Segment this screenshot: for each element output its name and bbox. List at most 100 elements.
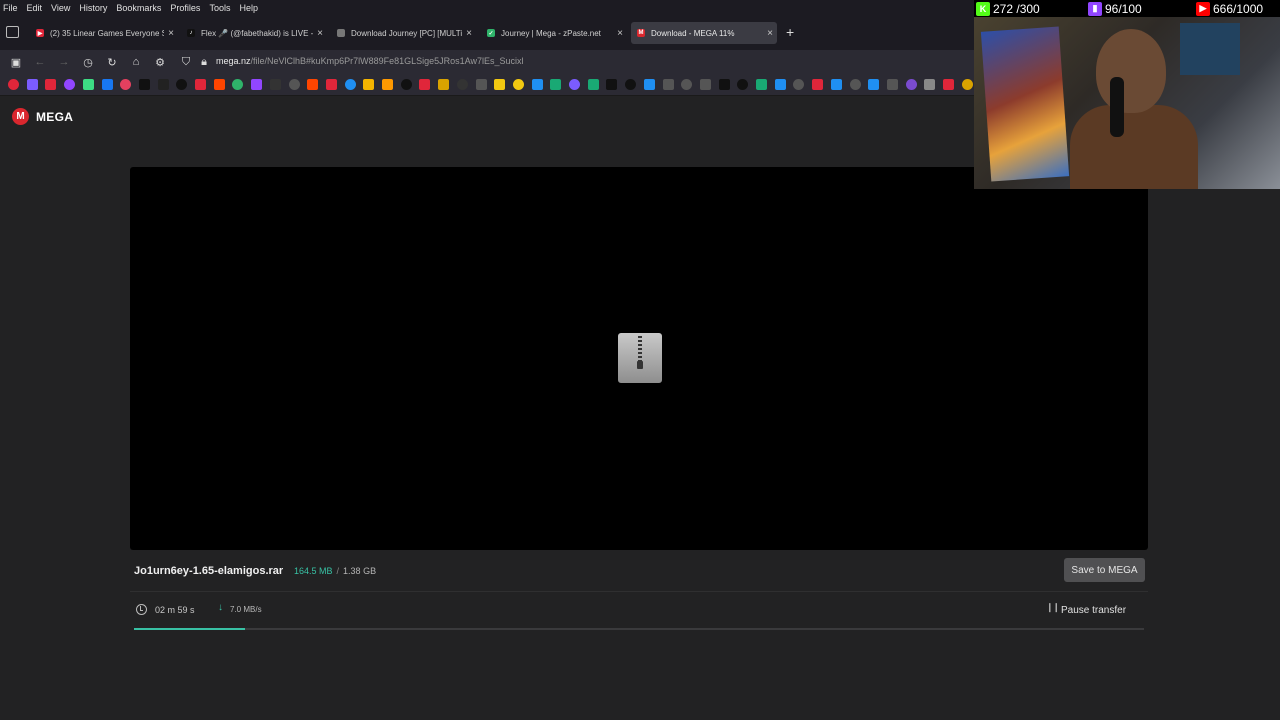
pause-transfer-button[interactable]: Pause transfer bbox=[1061, 605, 1126, 616]
bookmark-icon[interactable] bbox=[213, 79, 225, 90]
bookmark-icon[interactable] bbox=[924, 79, 936, 90]
tab-tiktok[interactable]: ♪ Flex 🎤 (@fabethakid) is LIVE - × bbox=[181, 22, 327, 44]
bookmark-icon[interactable] bbox=[138, 79, 150, 90]
bookmark-icon[interactable] bbox=[905, 79, 917, 90]
bookmark-icon[interactable] bbox=[756, 79, 767, 90]
shield-icon[interactable]: ⛉ bbox=[179, 55, 193, 69]
progress-fill bbox=[134, 628, 246, 630]
menu-tools[interactable]: Tools bbox=[209, 3, 230, 13]
bookmark-icon[interactable] bbox=[288, 79, 300, 90]
bookmark-icon[interactable] bbox=[157, 79, 169, 90]
bookmark-icon[interactable] bbox=[943, 79, 954, 90]
tab-list-icon[interactable] bbox=[6, 26, 19, 38]
progress-bar bbox=[134, 628, 1144, 630]
bookmark-icon[interactable] bbox=[961, 79, 973, 90]
menu-profiles[interactable]: Profiles bbox=[170, 3, 200, 13]
bookmark-icon[interactable] bbox=[569, 79, 580, 90]
bookmark-icon[interactable] bbox=[718, 79, 730, 90]
wall-poster bbox=[980, 26, 1070, 182]
tab-title: Journey | Mega - zPaste.net bbox=[501, 28, 601, 38]
bookmark-icon[interactable] bbox=[195, 79, 206, 90]
file-preview bbox=[130, 167, 1148, 550]
bookmark-icon[interactable] bbox=[344, 79, 356, 90]
new-tab-plus-icon[interactable]: + bbox=[786, 24, 794, 40]
tab-download-journey[interactable]: Download Journey [PC] [MULTi × bbox=[331, 22, 476, 44]
bookmark-icon[interactable] bbox=[625, 79, 637, 90]
bookmark-icon[interactable] bbox=[26, 79, 38, 90]
transfer-speed: 7.0 MB/s bbox=[230, 605, 262, 614]
bookmark-icon[interactable] bbox=[531, 79, 543, 90]
menu-view[interactable]: View bbox=[51, 3, 70, 13]
bookmark-icon[interactable] bbox=[512, 79, 524, 90]
bookmark-icon[interactable] bbox=[587, 79, 599, 90]
bookmark-icon[interactable] bbox=[307, 79, 319, 90]
mega-logo[interactable]: M MEGA bbox=[12, 108, 73, 125]
bookmark-icon[interactable] bbox=[438, 79, 450, 90]
menu-help[interactable]: Help bbox=[239, 3, 258, 13]
bookmark-icon[interactable] bbox=[232, 79, 244, 90]
microphone bbox=[1110, 77, 1124, 137]
bookmark-icon[interactable] bbox=[82, 79, 94, 90]
bookmark-icon[interactable] bbox=[176, 79, 188, 90]
bookmark-icon[interactable] bbox=[886, 79, 898, 90]
bookmark-icon[interactable] bbox=[774, 79, 786, 90]
sidebar-toggle-icon[interactable]: ▣ bbox=[9, 55, 23, 69]
reload-icon[interactable]: ↻ bbox=[105, 55, 119, 69]
bookmark-icon[interactable] bbox=[494, 79, 506, 90]
bookmark-icon[interactable] bbox=[550, 79, 562, 90]
bookmark-icon[interactable] bbox=[737, 79, 749, 90]
kick-icon: K bbox=[976, 1, 990, 16]
bookmark-icon[interactable] bbox=[419, 79, 431, 90]
bookmark-icon[interactable] bbox=[662, 79, 674, 90]
bookmark-icon[interactable] bbox=[400, 79, 412, 90]
menu-bookmarks[interactable]: Bookmarks bbox=[116, 3, 161, 13]
bookmark-icon[interactable] bbox=[8, 79, 19, 90]
bookmark-icon[interactable] bbox=[64, 79, 76, 90]
youtube-goal: ▶ 666/1000 bbox=[1196, 1, 1263, 16]
address-bar[interactable]: mega.nz/file/NeVlClhB#kuKmp6Pr7lW889Fe81… bbox=[216, 56, 524, 66]
bookmark-icon[interactable] bbox=[269, 79, 281, 90]
bookmark-icon[interactable] bbox=[382, 79, 393, 90]
home-icon[interactable]: ⌂ bbox=[129, 55, 143, 69]
bookmark-icon[interactable] bbox=[849, 79, 861, 90]
tab-mega-download[interactable]: M Download - MEGA 11% × bbox=[631, 22, 777, 44]
save-to-mega-button[interactable]: Save to MEGA bbox=[1064, 558, 1145, 582]
bookmark-icon[interactable] bbox=[456, 79, 468, 90]
close-tab-icon[interactable]: × bbox=[313, 28, 327, 39]
tab-zpaste[interactable]: ✓ Journey | Mega - zPaste.net × bbox=[481, 22, 627, 44]
close-tab-icon[interactable]: × bbox=[462, 28, 476, 39]
menu-file[interactable]: File bbox=[3, 3, 18, 13]
bookmark-icon[interactable] bbox=[251, 79, 263, 90]
webcam-feed bbox=[974, 17, 1280, 189]
clock-icon bbox=[136, 604, 147, 615]
settings-gear-icon[interactable]: ⚙ bbox=[153, 55, 167, 69]
bookmark-icon[interactable] bbox=[681, 79, 693, 90]
bookmark-icon[interactable] bbox=[868, 79, 880, 90]
bookmark-icon[interactable] bbox=[120, 79, 132, 90]
menu-history[interactable]: History bbox=[79, 3, 107, 13]
close-tab-icon[interactable]: × bbox=[164, 28, 178, 39]
zip-archive-icon bbox=[618, 333, 662, 383]
bookmark-icon[interactable] bbox=[475, 79, 487, 90]
bookmark-icon[interactable] bbox=[101, 79, 113, 90]
close-tab-icon[interactable]: × bbox=[613, 28, 627, 39]
tab-youtube[interactable]: ▶ (2) 35 Linear Games Everyone S × bbox=[30, 22, 178, 44]
menu-edit[interactable]: Edit bbox=[27, 3, 43, 13]
youtube-icon: ▶ bbox=[1196, 1, 1210, 16]
bookmark-icon[interactable] bbox=[325, 79, 337, 90]
bookmark-icon[interactable] bbox=[45, 79, 57, 90]
bookmark-icon[interactable] bbox=[363, 79, 375, 90]
forward-arrow-icon[interactable]: → bbox=[57, 55, 71, 69]
bookmark-icon[interactable] bbox=[606, 79, 618, 90]
pause-icon[interactable]: ❙❙ bbox=[1046, 602, 1060, 613]
bookmark-icon[interactable] bbox=[812, 79, 824, 90]
bookmark-icon[interactable] bbox=[830, 79, 842, 90]
bookmark-icon[interactable] bbox=[793, 79, 805, 90]
back-arrow-icon[interactable]: ← bbox=[33, 55, 47, 69]
tab-title: Flex 🎤 (@fabethakid) is LIVE - bbox=[201, 28, 313, 38]
bookmark-icon[interactable] bbox=[643, 79, 655, 90]
close-tab-icon[interactable]: × bbox=[763, 28, 777, 39]
bookmark-icon[interactable] bbox=[699, 79, 711, 90]
stream-goals-overlay: K 272 /300 ▮ 96/100 ▶ 666/1000 bbox=[974, 0, 1280, 17]
history-clock-icon[interactable]: ◷ bbox=[81, 55, 95, 69]
